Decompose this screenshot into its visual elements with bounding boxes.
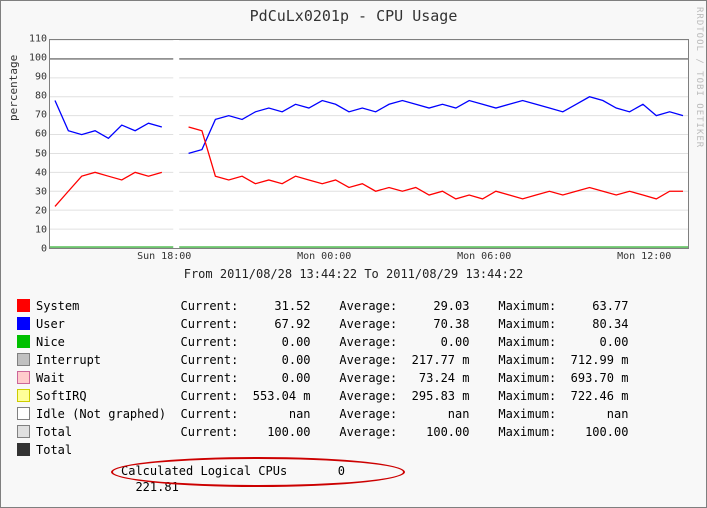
y-axis-label: percentage <box>7 55 20 121</box>
footer-block: Calculated Logical CPUs 0 221.81 <box>121 463 345 495</box>
y-tick: 20 <box>23 205 47 216</box>
y-tick: 90 <box>23 72 47 83</box>
y-tick: 30 <box>23 186 47 197</box>
legend-swatch <box>17 299 30 312</box>
legend-row: User Current: 67.92 Average: 70.38 Maxim… <box>17 315 628 333</box>
legend-swatch <box>17 443 30 456</box>
legend-row: Wait Current: 0.00 Average: 73.24 m Maxi… <box>17 369 628 387</box>
y-tick: 100 <box>23 53 47 64</box>
y-tick: 110 <box>23 34 47 45</box>
legend-row: Total <box>17 441 628 459</box>
legend-swatch <box>17 425 30 438</box>
legend-text: Idle (Not graphed) Current: nan Average:… <box>36 405 628 423</box>
y-tick: 50 <box>23 148 47 159</box>
y-tick: 70 <box>23 110 47 121</box>
legend-swatch <box>17 353 30 366</box>
watermark: RRDTOOL / TOBI OETIKER <box>694 7 704 148</box>
x-tick: Sun 18:00 <box>137 251 191 262</box>
legend-swatch <box>17 335 30 348</box>
legend-text: Interrupt Current: 0.00 Average: 217.77 … <box>36 351 628 369</box>
x-tick: Mon 06:00 <box>457 251 511 262</box>
legend-row: Idle (Not graphed) Current: nan Average:… <box>17 405 628 423</box>
plot-svg <box>49 39 689 249</box>
legend-text: Wait Current: 0.00 Average: 73.24 m Maxi… <box>36 369 628 387</box>
legend-swatch <box>17 407 30 420</box>
series-system <box>55 127 683 206</box>
y-tick: 0 <box>23 244 47 255</box>
legend-text: Total Current: 100.00 Average: 100.00 Ma… <box>36 423 628 441</box>
x-tick: Mon 12:00 <box>617 251 671 262</box>
y-tick: 80 <box>23 91 47 102</box>
y-axis-ticks: 0102030405060708090100110 <box>23 39 47 249</box>
footer-extra: 221.81 <box>135 480 178 494</box>
legend-row: Interrupt Current: 0.00 Average: 217.77 … <box>17 351 628 369</box>
legend-text: Nice Current: 0.00 Average: 0.00 Maximum… <box>36 333 628 351</box>
footer-label: Calculated Logical CPUs <box>121 464 287 478</box>
plot-area <box>49 39 689 249</box>
footer-value: 0 <box>338 464 345 478</box>
legend-swatch <box>17 389 30 402</box>
x-axis-ticks: Sun 18:00 Mon 00:00 Mon 06:00 Mon 12:00 <box>49 251 689 265</box>
y-tick: 40 <box>23 167 47 178</box>
legend-row: Nice Current: 0.00 Average: 0.00 Maximum… <box>17 333 628 351</box>
legend-text: User Current: 67.92 Average: 70.38 Maxim… <box>36 315 628 333</box>
legend-row: SoftIRQ Current: 553.04 m Average: 295.8… <box>17 387 628 405</box>
y-tick: 60 <box>23 129 47 140</box>
legend-text: Total <box>36 441 181 459</box>
legend-text: SoftIRQ Current: 553.04 m Average: 295.8… <box>36 387 628 405</box>
series-user <box>55 97 683 154</box>
legend-row: System Current: 31.52 Average: 29.03 Max… <box>17 297 628 315</box>
y-tick: 10 <box>23 224 47 235</box>
chart-frame: PdCuLx0201p - CPU Usage RRDTOOL / TOBI O… <box>0 0 707 508</box>
legend-row: Total Current: 100.00 Average: 100.00 Ma… <box>17 423 628 441</box>
legend-text: System Current: 31.52 Average: 29.03 Max… <box>36 297 628 315</box>
chart-title: PdCuLx0201p - CPU Usage <box>1 1 706 25</box>
legend-swatch <box>17 317 30 330</box>
x-tick: Mon 00:00 <box>297 251 351 262</box>
legend-table: System Current: 31.52 Average: 29.03 Max… <box>17 297 628 459</box>
legend-swatch <box>17 371 30 384</box>
time-range: From 2011/08/28 13:44:22 To 2011/08/29 1… <box>1 267 706 281</box>
